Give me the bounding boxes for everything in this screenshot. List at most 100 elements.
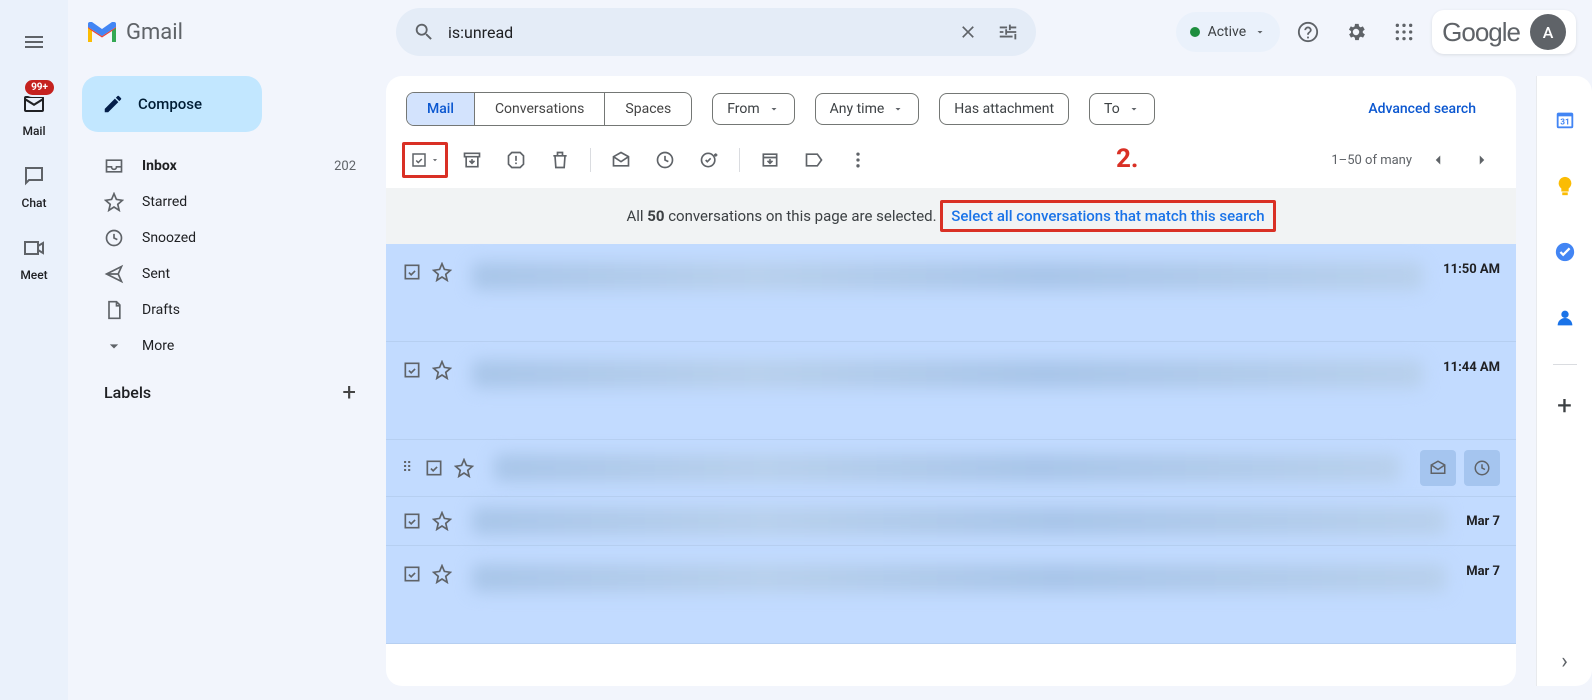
pager-prev[interactable]	[1420, 142, 1456, 178]
chat-icon	[6, 160, 62, 192]
caret-down-icon	[768, 103, 780, 115]
select-all-checkbox[interactable]	[402, 142, 448, 178]
pager-next[interactable]	[1464, 142, 1500, 178]
account-avatar[interactable]: A	[1530, 14, 1566, 50]
status-selector[interactable]: Active	[1176, 12, 1281, 52]
inbox-icon	[104, 156, 124, 176]
row-star[interactable]	[432, 564, 452, 584]
nav-more[interactable]: More	[82, 328, 386, 364]
calendar-addon[interactable]: 31	[1545, 100, 1585, 140]
seg-spaces[interactable]: Spaces	[605, 93, 691, 125]
labels-button[interactable]	[794, 140, 834, 180]
compose-button[interactable]: Compose	[82, 76, 262, 132]
message-row[interactable]: ⠿	[386, 440, 1516, 497]
clock-icon	[104, 228, 124, 248]
row-hover-actions	[1420, 450, 1500, 486]
selection-banner: All 50 conversations on this page are se…	[386, 188, 1516, 244]
message-row[interactable]: Mar 7	[386, 546, 1516, 644]
message-row[interactable]: 11:44 AM	[386, 342, 1516, 440]
row-checkbox[interactable]	[402, 360, 422, 380]
app-name: Gmail	[126, 20, 183, 45]
google-account-area[interactable]: Google A	[1432, 10, 1576, 54]
message-list: 11:50 AM 11:44 AM ⠿ Mar 7	[386, 244, 1516, 644]
rail-mail-label: Mail	[22, 124, 45, 138]
search-input[interactable]	[444, 23, 948, 42]
send-icon	[104, 264, 124, 284]
contacts-addon[interactable]	[1545, 298, 1585, 338]
labels-header: Labels +	[82, 364, 386, 406]
add-label-button[interactable]: +	[342, 378, 356, 406]
side-panel: 31 + ›	[1536, 76, 1592, 686]
nav-sent[interactable]: Sent	[82, 256, 386, 292]
redacted-content	[472, 360, 1423, 388]
keep-addon[interactable]	[1545, 166, 1585, 206]
row-snooze[interactable]	[1464, 450, 1500, 486]
star-icon	[104, 192, 124, 212]
google-wordmark: Google	[1442, 17, 1520, 48]
seg-conversations[interactable]: Conversations	[475, 93, 605, 125]
message-row[interactable]: Mar 7	[386, 497, 1516, 546]
redacted-content	[472, 262, 1423, 290]
caret-down-icon	[1128, 103, 1140, 115]
move-to-button[interactable]	[750, 140, 790, 180]
get-addons-button[interactable]: +	[1557, 391, 1572, 421]
filter-chip-row: Mail Conversations Spaces From Any time …	[386, 76, 1516, 126]
compose-label: Compose	[138, 95, 202, 113]
rail-mail[interactable]: 99+ Mail	[6, 88, 62, 138]
row-time: Mar 7	[1466, 514, 1500, 529]
settings-button[interactable]	[1336, 12, 1376, 52]
pencil-icon	[102, 93, 124, 115]
add-task-button[interactable]	[689, 140, 729, 180]
chip-from[interactable]: From	[712, 93, 794, 125]
mark-read-button[interactable]	[601, 140, 641, 180]
redacted-content	[472, 507, 1446, 535]
result-type-segment: Mail Conversations Spaces	[406, 92, 692, 126]
row-star[interactable]	[432, 511, 452, 531]
chip-anytime[interactable]: Any time	[815, 93, 920, 125]
chip-hasattachment[interactable]: Has attachment	[939, 93, 1069, 125]
side-panel-toggle[interactable]: ›	[1561, 649, 1568, 674]
advanced-search-link[interactable]: Advanced search	[1368, 101, 1496, 117]
drag-handle-icon[interactable]: ⠿	[402, 460, 414, 476]
nav-starred[interactable]: Starred	[82, 184, 386, 220]
row-star[interactable]	[454, 458, 474, 478]
message-row[interactable]: 11:50 AM	[386, 244, 1516, 342]
nav-inbox[interactable]: Inbox 202	[82, 148, 386, 184]
search-bar	[396, 8, 1036, 56]
app-rail: 99+ Mail Chat Meet	[0, 0, 68, 700]
clear-search-icon[interactable]	[948, 12, 988, 52]
support-button[interactable]	[1288, 12, 1328, 52]
main-menu-button[interactable]	[10, 18, 58, 66]
more-button[interactable]	[838, 140, 878, 180]
search-icon[interactable]	[404, 12, 444, 52]
report-spam-button[interactable]	[496, 140, 536, 180]
row-star[interactable]	[432, 360, 452, 380]
row-checkbox[interactable]	[402, 262, 422, 282]
nav-drafts[interactable]: Drafts	[82, 292, 386, 328]
apps-button[interactable]	[1384, 12, 1424, 52]
tasks-addon[interactable]	[1545, 232, 1585, 272]
row-checkbox[interactable]	[402, 564, 422, 584]
nav-snoozed[interactable]: Snoozed	[82, 220, 386, 256]
snooze-button[interactable]	[645, 140, 685, 180]
toolbar: 1. 2. 1–50 of many	[386, 132, 1516, 188]
status-text: Active	[1208, 24, 1247, 40]
row-checkbox[interactable]	[402, 511, 422, 531]
row-checkbox[interactable]	[424, 458, 444, 478]
file-icon	[104, 300, 124, 320]
delete-button[interactable]	[540, 140, 580, 180]
search-options-icon[interactable]	[988, 12, 1028, 52]
caret-down-icon	[430, 155, 440, 165]
archive-button[interactable]	[452, 140, 492, 180]
row-mark-read[interactable]	[1420, 450, 1456, 486]
row-time: 11:44 AM	[1443, 360, 1500, 375]
side-panel-separator	[1553, 364, 1577, 365]
rail-meet[interactable]: Meet	[6, 232, 62, 282]
pager: 1–50 of many	[1331, 142, 1500, 178]
seg-mail[interactable]: Mail	[407, 93, 475, 125]
row-star[interactable]	[432, 262, 452, 282]
select-all-matching-link[interactable]: Select all conversations that match this…	[940, 200, 1275, 232]
gmail-logo[interactable]: Gmail	[86, 20, 183, 45]
chip-to[interactable]: To	[1089, 93, 1155, 125]
rail-chat[interactable]: Chat	[6, 160, 62, 210]
